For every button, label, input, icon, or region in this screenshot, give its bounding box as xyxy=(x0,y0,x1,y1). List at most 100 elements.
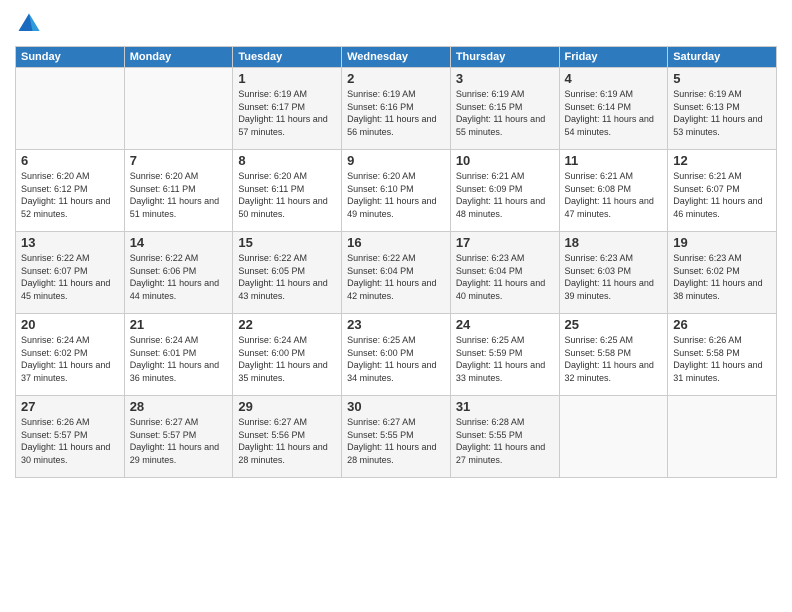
day-cell: 6Sunrise: 6:20 AMSunset: 6:12 PMDaylight… xyxy=(16,150,125,232)
cell-info: Sunrise: 6:22 AMSunset: 6:04 PMDaylight:… xyxy=(347,252,445,302)
day-number: 11 xyxy=(565,153,663,168)
day-number: 8 xyxy=(238,153,336,168)
col-saturday: Saturday xyxy=(668,47,777,68)
cell-info: Sunrise: 6:25 AMSunset: 5:59 PMDaylight:… xyxy=(456,334,554,384)
cell-info: Sunrise: 6:22 AMSunset: 6:05 PMDaylight:… xyxy=(238,252,336,302)
cell-info: Sunrise: 6:28 AMSunset: 5:55 PMDaylight:… xyxy=(456,416,554,466)
col-friday: Friday xyxy=(559,47,668,68)
cell-info: Sunrise: 6:21 AMSunset: 6:07 PMDaylight:… xyxy=(673,170,771,220)
day-cell: 26 Sunrise: 6:26 AMSunset: 5:58 PMDayligh… xyxy=(668,314,777,396)
cell-info: Sunrise: 6:20 AMSunset: 6:11 PMDaylight:… xyxy=(130,170,228,220)
cell-info: Sunrise: 6:25 AMSunset: 5:58 PMDaylight:… xyxy=(565,334,663,384)
day-cell xyxy=(559,396,668,478)
page: Sunday Monday Tuesday Wednesday Thursday… xyxy=(0,0,792,612)
cell-info: Sunrise: 6:25 AMSunset: 6:00 PMDaylight:… xyxy=(347,334,445,384)
day-number: 18 xyxy=(565,235,663,250)
day-cell: 27Sunrise: 6:26 AMSunset: 5:57 PMDayligh… xyxy=(16,396,125,478)
cell-info: Sunrise: 6:19 AMSunset: 6:16 PMDaylight:… xyxy=(347,88,445,138)
cell-info: Sunrise: 6:27 AMSunset: 5:57 PMDaylight:… xyxy=(130,416,228,466)
day-number: 14 xyxy=(130,235,228,250)
day-cell: 3 Sunrise: 6:19 AMSunset: 6:15 PMDaylight… xyxy=(450,68,559,150)
day-number: 24 xyxy=(456,317,554,332)
day-number: 28 xyxy=(130,399,228,414)
day-cell: 10 Sunrise: 6:21 AMSunset: 6:09 PMDayligh… xyxy=(450,150,559,232)
cell-info: Sunrise: 6:22 AMSunset: 6:07 PMDaylight:… xyxy=(21,252,119,302)
day-number: 12 xyxy=(673,153,771,168)
day-cell: 31 Sunrise: 6:28 AMSunset: 5:55 PMDayligh… xyxy=(450,396,559,478)
day-cell: 29Sunrise: 6:27 AMSunset: 5:56 PMDayligh… xyxy=(233,396,342,478)
cell-info: Sunrise: 6:23 AMSunset: 6:03 PMDaylight:… xyxy=(565,252,663,302)
day-cell: 25 Sunrise: 6:25 AMSunset: 5:58 PMDayligh… xyxy=(559,314,668,396)
logo-icon xyxy=(15,10,43,38)
day-number: 1 xyxy=(238,71,336,86)
day-cell: 18 Sunrise: 6:23 AMSunset: 6:03 PMDayligh… xyxy=(559,232,668,314)
cell-info: Sunrise: 6:23 AMSunset: 6:02 PMDaylight:… xyxy=(673,252,771,302)
day-number: 15 xyxy=(238,235,336,250)
day-cell: 12 Sunrise: 6:21 AMSunset: 6:07 PMDayligh… xyxy=(668,150,777,232)
logo xyxy=(15,10,45,38)
cell-info: Sunrise: 6:21 AMSunset: 6:08 PMDaylight:… xyxy=(565,170,663,220)
col-tuesday: Tuesday xyxy=(233,47,342,68)
day-number: 22 xyxy=(238,317,336,332)
cell-info: Sunrise: 6:19 AMSunset: 6:15 PMDaylight:… xyxy=(456,88,554,138)
day-number: 10 xyxy=(456,153,554,168)
day-number: 17 xyxy=(456,235,554,250)
day-cell: 13 Sunrise: 6:22 AMSunset: 6:07 PMDayligh… xyxy=(16,232,125,314)
day-cell: 11 Sunrise: 6:21 AMSunset: 6:08 PMDayligh… xyxy=(559,150,668,232)
day-number: 5 xyxy=(673,71,771,86)
day-number: 30 xyxy=(347,399,445,414)
day-cell xyxy=(16,68,125,150)
day-cell: 24 Sunrise: 6:25 AMSunset: 5:59 PMDayligh… xyxy=(450,314,559,396)
day-cell: 17 Sunrise: 6:23 AMSunset: 6:04 PMDayligh… xyxy=(450,232,559,314)
day-cell: 21Sunrise: 6:24 AMSunset: 6:01 PMDayligh… xyxy=(124,314,233,396)
day-cell: 5 Sunrise: 6:19 AMSunset: 6:13 PMDaylight… xyxy=(668,68,777,150)
day-number: 25 xyxy=(565,317,663,332)
day-cell: 4 Sunrise: 6:19 AMSunset: 6:14 PMDaylight… xyxy=(559,68,668,150)
day-cell: 16 Sunrise: 6:22 AMSunset: 6:04 PMDayligh… xyxy=(342,232,451,314)
col-wednesday: Wednesday xyxy=(342,47,451,68)
cell-info: Sunrise: 6:19 AMSunset: 6:14 PMDaylight:… xyxy=(565,88,663,138)
day-cell: 14Sunrise: 6:22 AMSunset: 6:06 PMDayligh… xyxy=(124,232,233,314)
cell-info: Sunrise: 6:19 AMSunset: 6:13 PMDaylight:… xyxy=(673,88,771,138)
week-row-4: 27Sunrise: 6:26 AMSunset: 5:57 PMDayligh… xyxy=(16,396,777,478)
day-number: 20 xyxy=(21,317,119,332)
day-cell: 1Sunrise: 6:19 AMSunset: 6:17 PMDaylight… xyxy=(233,68,342,150)
cell-info: Sunrise: 6:24 AMSunset: 6:02 PMDaylight:… xyxy=(21,334,119,384)
day-number: 3 xyxy=(456,71,554,86)
day-cell: 9 Sunrise: 6:20 AMSunset: 6:10 PMDaylight… xyxy=(342,150,451,232)
day-number: 9 xyxy=(347,153,445,168)
cell-info: Sunrise: 6:20 AMSunset: 6:11 PMDaylight:… xyxy=(238,170,336,220)
day-cell xyxy=(124,68,233,150)
day-number: 16 xyxy=(347,235,445,250)
col-thursday: Thursday xyxy=(450,47,559,68)
day-number: 31 xyxy=(456,399,554,414)
day-cell: 30Sunrise: 6:27 AMSunset: 5:55 PMDayligh… xyxy=(342,396,451,478)
cell-info: Sunrise: 6:20 AMSunset: 6:10 PMDaylight:… xyxy=(347,170,445,220)
cell-info: Sunrise: 6:24 AMSunset: 6:01 PMDaylight:… xyxy=(130,334,228,384)
day-number: 19 xyxy=(673,235,771,250)
cell-info: Sunrise: 6:26 AMSunset: 5:58 PMDaylight:… xyxy=(673,334,771,384)
day-number: 4 xyxy=(565,71,663,86)
day-cell: 22Sunrise: 6:24 AMSunset: 6:00 PMDayligh… xyxy=(233,314,342,396)
day-number: 13 xyxy=(21,235,119,250)
cell-info: Sunrise: 6:23 AMSunset: 6:04 PMDaylight:… xyxy=(456,252,554,302)
day-number: 26 xyxy=(673,317,771,332)
day-cell: 28 Sunrise: 6:27 AMSunset: 5:57 PMDayligh… xyxy=(124,396,233,478)
day-cell: 23 Sunrise: 6:25 AMSunset: 6:00 PMDayligh… xyxy=(342,314,451,396)
day-cell xyxy=(668,396,777,478)
day-number: 7 xyxy=(130,153,228,168)
day-cell: 19 Sunrise: 6:23 AMSunset: 6:02 PMDayligh… xyxy=(668,232,777,314)
day-cell: 15 Sunrise: 6:22 AMSunset: 6:05 PMDayligh… xyxy=(233,232,342,314)
day-cell: 8 Sunrise: 6:20 AMSunset: 6:11 PMDaylight… xyxy=(233,150,342,232)
week-row-3: 20 Sunrise: 6:24 AMSunset: 6:02 PMDayligh… xyxy=(16,314,777,396)
calendar-table: Sunday Monday Tuesday Wednesday Thursday… xyxy=(15,46,777,478)
day-number: 2 xyxy=(347,71,445,86)
cell-info: Sunrise: 6:21 AMSunset: 6:09 PMDaylight:… xyxy=(456,170,554,220)
header-row: Sunday Monday Tuesday Wednesday Thursday… xyxy=(16,47,777,68)
header xyxy=(15,10,777,38)
day-number: 23 xyxy=(347,317,445,332)
col-monday: Monday xyxy=(124,47,233,68)
week-row-2: 13 Sunrise: 6:22 AMSunset: 6:07 PMDayligh… xyxy=(16,232,777,314)
week-row-0: 1Sunrise: 6:19 AMSunset: 6:17 PMDaylight… xyxy=(16,68,777,150)
day-cell: 7 Sunrise: 6:20 AMSunset: 6:11 PMDaylight… xyxy=(124,150,233,232)
